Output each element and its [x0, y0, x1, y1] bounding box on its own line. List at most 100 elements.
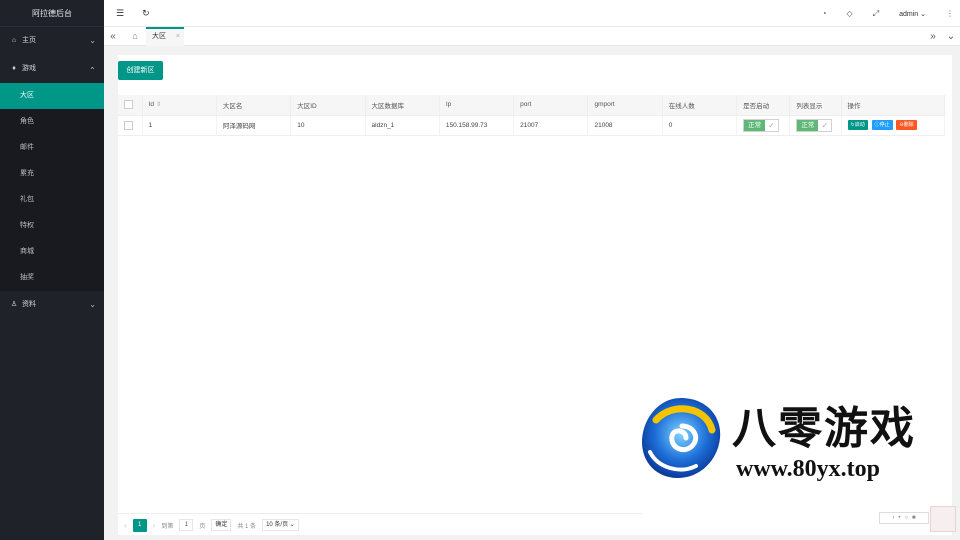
- started-toggle[interactable]: 正常 ✓: [743, 118, 780, 132]
- col-gmport: gmport: [587, 95, 663, 116]
- col-listed: 列表显示: [789, 95, 842, 116]
- diamond-icon: ♦: [12, 65, 16, 72]
- toolbar-icon[interactable]: ■: [912, 515, 916, 521]
- start-button[interactable]: ↻启动: [847, 120, 868, 130]
- prev-page-icon[interactable]: ‹: [124, 521, 127, 530]
- current-page[interactable]: 1: [132, 518, 147, 532]
- listed-status: 正常: [797, 119, 819, 131]
- corner-toolbar[interactable]: ‹ • ○ ■: [879, 512, 929, 524]
- app-title: 阿拉德后台: [0, 0, 104, 27]
- nav-profile[interactable]: ♙ 资料 ⌄: [0, 291, 104, 319]
- toolbar-icon[interactable]: •: [898, 515, 900, 521]
- page-input[interactable]: 1: [179, 519, 194, 531]
- nav-profile-label: 资料: [22, 301, 36, 308]
- watermark-brand: 八零游戏: [732, 403, 916, 454]
- chevron-down-icon: ⌄: [89, 300, 96, 309]
- goto-label: 到第: [161, 523, 174, 530]
- col-id[interactable]: Id ⇕: [142, 95, 217, 116]
- row-checkbox[interactable]: [118, 115, 143, 136]
- sidebar-item-gift[interactable]: 礼包: [0, 187, 104, 213]
- col-actions: 操作: [841, 95, 946, 116]
- corner-avatar: [930, 506, 956, 532]
- cell-zone-name: 阿泽源码网: [216, 115, 292, 136]
- sidebar-item-mail[interactable]: 邮件: [0, 135, 104, 161]
- toolbar-icon[interactable]: ‹: [892, 515, 894, 521]
- sidebar-item-privilege[interactable]: 特权: [0, 213, 104, 239]
- tag-icon[interactable]: ◇: [847, 9, 853, 18]
- more-icon[interactable]: ⋮: [946, 9, 954, 18]
- create-zone-button[interactable]: 创建新区: [118, 61, 163, 80]
- nav-game[interactable]: ♦ 游戏 ⌄: [0, 55, 104, 83]
- cell-ip: 150.158.99.73: [439, 115, 515, 136]
- watermark-url: www.80yx.top: [736, 456, 881, 482]
- stop-button[interactable]: ⓘ停止: [871, 120, 893, 130]
- check-icon: ✓: [765, 119, 779, 131]
- tab-zone[interactable]: 大区 ×: [146, 27, 184, 46]
- sort-icon[interactable]: ⇕: [156, 102, 161, 108]
- menu-icon[interactable]: ☰: [116, 8, 124, 19]
- nav-home[interactable]: ⌂ 主页 ⌄: [0, 27, 104, 55]
- listed-toggle[interactable]: 正常 ✓: [796, 118, 833, 132]
- sidebar-item-zone[interactable]: 大区: [0, 83, 104, 109]
- col-zone-db: 大区数据库: [365, 95, 440, 116]
- nav-home-label: 主页: [22, 37, 36, 44]
- sidebar-item-shop[interactable]: 商城: [0, 239, 104, 265]
- table-row: 1 阿泽源码网 10 aldzn_1 150.158.99.73 21007 2…: [118, 115, 946, 136]
- pagination: ‹ 1 › 到第 1 页 确定 共 1 条 10 条/页 ⌄: [124, 518, 299, 532]
- tab-zone-label: 大区: [152, 33, 166, 40]
- sidebar-item-recharge[interactable]: 累充: [0, 161, 104, 187]
- refresh-icon[interactable]: ↻: [142, 8, 150, 19]
- cell-gmport: 21008: [587, 115, 663, 136]
- check-icon: ✓: [818, 119, 832, 131]
- tab-scroll-left-icon[interactable]: «: [104, 27, 122, 46]
- pager-divider: [118, 513, 643, 514]
- cell-listed: 正常 ✓: [789, 115, 842, 136]
- table-header-row: Id ⇕ 大区名 大区ID 大区数据库 Ip port gmport 在线人数 是…: [118, 95, 946, 116]
- sidebar-item-lottery[interactable]: 抽奖: [0, 265, 104, 291]
- total-count: 共 1 条: [237, 523, 257, 530]
- per-page-select[interactable]: 10 条/页 ⌄: [262, 519, 299, 531]
- watermark: 八零游戏 www.80yx.top: [636, 390, 936, 486]
- next-page-icon[interactable]: ›: [153, 521, 156, 530]
- nav-game-label: 游戏: [22, 65, 36, 72]
- col-started: 是否启动: [736, 95, 791, 116]
- select-all-checkbox[interactable]: [118, 95, 143, 116]
- cell-started: 正常 ✓: [736, 115, 791, 136]
- close-icon[interactable]: ×: [176, 29, 180, 45]
- cell-id: 1: [142, 115, 217, 136]
- user-menu[interactable]: admin ⌄: [899, 10, 926, 18]
- top-bar: ☰ ↻ ◔ ◇ ⤢ admin ⌄ ⋮: [104, 0, 960, 27]
- col-zone-id: 大区ID: [290, 95, 366, 116]
- sidebar: 阿拉德后台 ⌂ 主页 ⌄ ♦ 游戏 ⌄ 大区 角色 邮件 累充 礼包 特权 商城…: [0, 0, 104, 540]
- cell-zone-db: aldzn_1: [365, 115, 440, 136]
- tab-scroll-right-icon[interactable]: »: [924, 27, 942, 46]
- col-ip: Ip: [439, 95, 515, 116]
- toolbar-icon[interactable]: ○: [904, 515, 908, 521]
- fullscreen-icon[interactable]: ⤢: [873, 9, 879, 19]
- tab-menu-chevron-icon[interactable]: ⌄: [942, 27, 960, 46]
- col-port: port: [513, 95, 589, 116]
- watermark-logo: [642, 398, 721, 478]
- col-zone-name: 大区名: [216, 95, 292, 116]
- theme-icon[interactable]: ◔: [822, 9, 827, 18]
- home-tab-icon[interactable]: ⌂: [126, 27, 144, 46]
- cell-actions: ↻启动 ⓘ停止 ⊖删除: [841, 115, 946, 136]
- user-icon: ♙: [10, 301, 18, 308]
- col-online: 在线人数: [662, 95, 738, 116]
- game-submenu: 大区 角色 邮件 累充 礼包 特权 商城 抽奖: [0, 83, 104, 291]
- cell-online: 0: [662, 115, 738, 136]
- home-icon: ⌂: [11, 37, 17, 44]
- cell-port: 21007: [513, 115, 589, 136]
- chevron-down-icon: ⌄: [89, 36, 96, 45]
- chevron-up-icon: ⌄: [89, 65, 96, 74]
- started-status: 正常: [744, 119, 766, 131]
- cell-zone-id: 10: [290, 115, 366, 136]
- chevron-down-icon: ⌄: [920, 10, 926, 18]
- delete-button[interactable]: ⊖删除: [896, 120, 917, 130]
- zone-table: Id ⇕ 大区名 大区ID 大区数据库 Ip port gmport 在线人数 是…: [118, 95, 946, 136]
- tab-bar: « ⌂ 大区 × » ⌄: [104, 27, 960, 46]
- username: admin: [899, 10, 919, 18]
- page-suffix: 页: [199, 523, 206, 530]
- confirm-button[interactable]: 确定: [211, 519, 232, 531]
- sidebar-item-role[interactable]: 角色: [0, 109, 104, 135]
